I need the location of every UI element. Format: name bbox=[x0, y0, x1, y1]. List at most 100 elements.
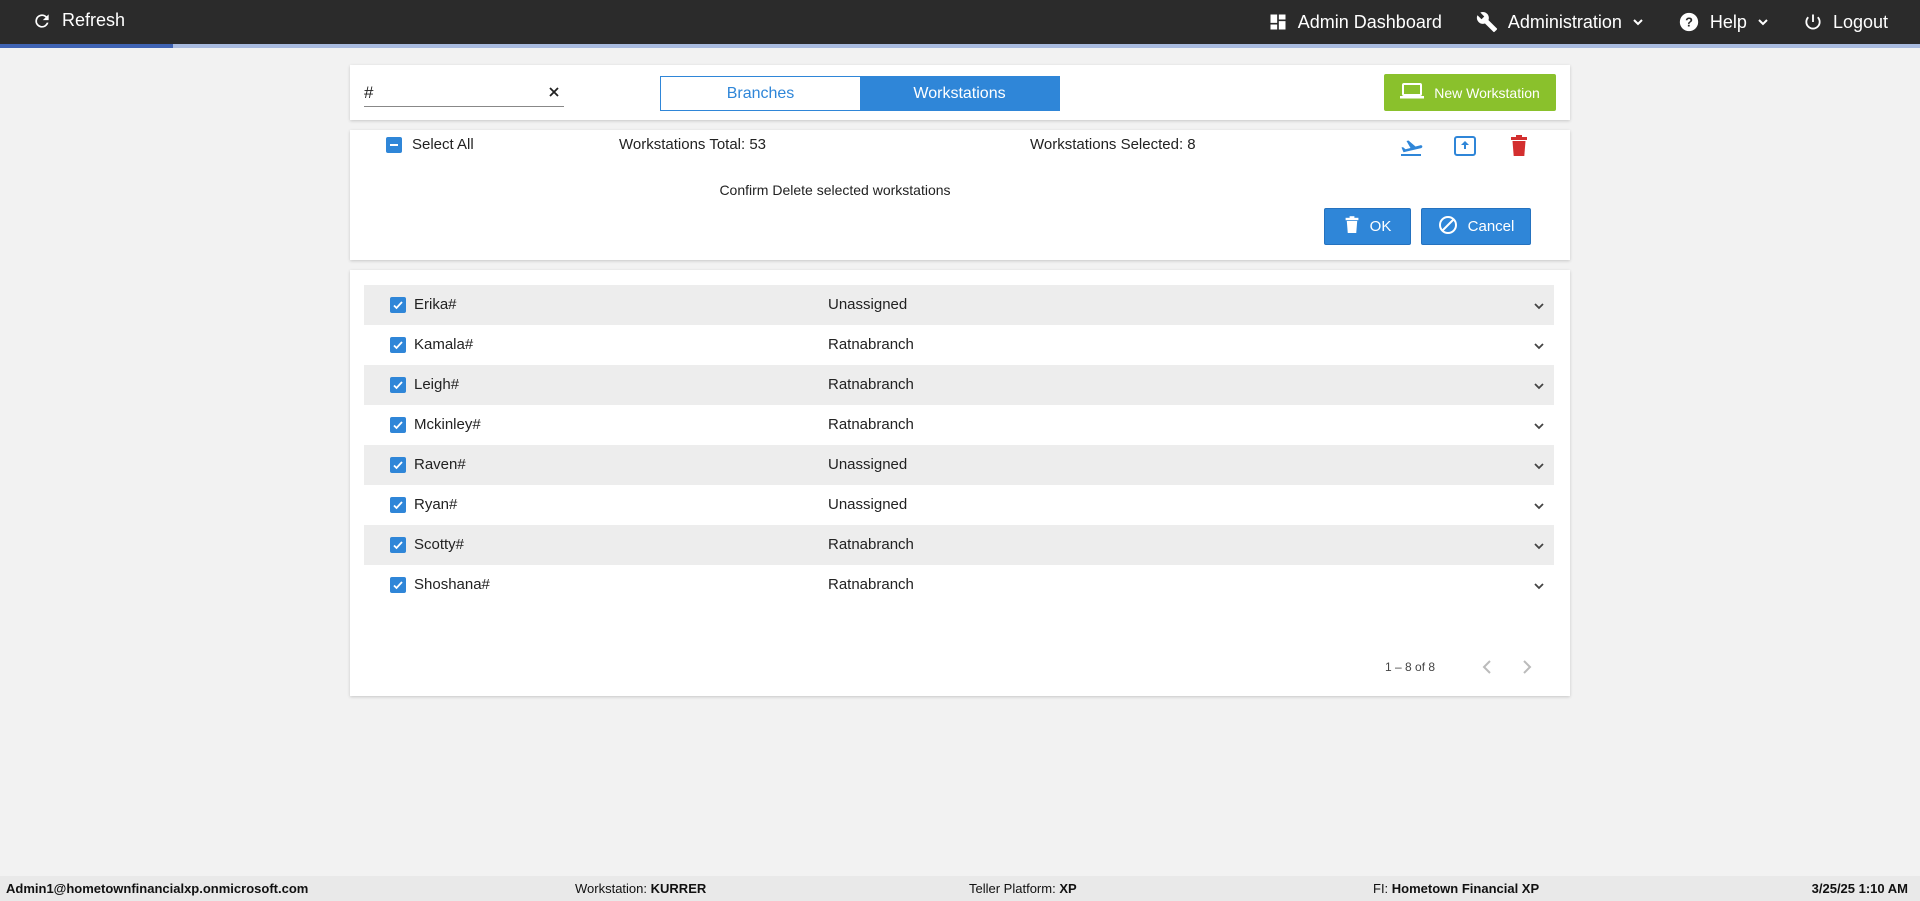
search-field bbox=[364, 79, 564, 107]
chevron-left-icon bbox=[1481, 659, 1493, 679]
workstation-name: Kamala# bbox=[414, 336, 474, 353]
row-checkbox[interactable] bbox=[390, 297, 406, 313]
workstation-name: Erika# bbox=[414, 296, 457, 313]
ok-button[interactable]: OK bbox=[1324, 208, 1411, 245]
tab-workstations[interactable]: Workstations bbox=[860, 77, 1059, 110]
bulk-actions-panel: Select All Workstations Total: 53 Workst… bbox=[350, 130, 1570, 260]
status-footer: Admin1@hometownfinancialxp.onmicrosoft.c… bbox=[0, 876, 1920, 901]
chevron-right-icon bbox=[1521, 659, 1533, 679]
row-checkbox[interactable] bbox=[390, 497, 406, 513]
table-row[interactable]: Leigh# Ratnabranch bbox=[364, 365, 1554, 405]
select-all-label: Select All bbox=[412, 136, 474, 153]
table-row[interactable]: Shoshana# Ratnabranch bbox=[364, 565, 1554, 605]
table-row[interactable]: Ryan# Unassigned bbox=[364, 485, 1554, 525]
chevron-down-icon bbox=[1757, 16, 1769, 28]
refresh-button[interactable]: Refresh bbox=[32, 10, 125, 31]
table-row[interactable]: Scotty# Ratnabranch bbox=[364, 525, 1554, 565]
dashboard-icon bbox=[1268, 12, 1288, 32]
row-checkbox[interactable] bbox=[390, 577, 406, 593]
trash-icon bbox=[1344, 215, 1360, 238]
chevron-down-icon[interactable] bbox=[1532, 299, 1546, 313]
workstation-list-panel: Erika# Unassigned Kamala# Ratnabranch Leigh#… bbox=[350, 270, 1570, 696]
chevron-down-icon[interactable] bbox=[1532, 379, 1546, 393]
refresh-icon bbox=[32, 11, 52, 31]
delete-workstations-button[interactable] bbox=[1505, 134, 1533, 162]
workstation-name: Mckinley# bbox=[414, 416, 481, 433]
chevron-down-icon[interactable] bbox=[1532, 499, 1546, 513]
table-row[interactable]: Raven# Unassigned bbox=[364, 445, 1554, 485]
block-icon bbox=[1438, 215, 1458, 239]
logout-button[interactable]: Logout bbox=[1803, 12, 1888, 33]
signed-in-user: Admin1@hometownfinancialxp.onmicrosoft.c… bbox=[6, 881, 309, 896]
power-icon bbox=[1803, 12, 1823, 32]
loading-progress-bar bbox=[0, 44, 1920, 48]
view-toggle: Branches Workstations bbox=[660, 76, 1060, 111]
row-checkbox[interactable] bbox=[390, 377, 406, 393]
workstation-branch: Ratnabranch bbox=[828, 576, 914, 593]
row-checkbox[interactable] bbox=[390, 337, 406, 353]
chevron-down-icon[interactable] bbox=[1532, 579, 1546, 593]
new-workstation-label: New Workstation bbox=[1434, 84, 1540, 101]
search-input[interactable] bbox=[364, 82, 534, 103]
workstation-name: Raven# bbox=[414, 456, 466, 473]
workstation-branch: Unassigned bbox=[828, 496, 908, 513]
workstation-branch: Unassigned bbox=[828, 296, 908, 313]
row-checkbox[interactable] bbox=[390, 457, 406, 473]
trash-icon bbox=[1509, 134, 1529, 162]
select-all-checkbox[interactable]: Select All bbox=[386, 136, 474, 153]
airplane-icon bbox=[1399, 135, 1423, 162]
workstation-name: Leigh# bbox=[414, 376, 460, 393]
confirm-delete-message: Confirm Delete selected workstations bbox=[719, 182, 951, 198]
table-row[interactable]: Mckinley# Ratnabranch bbox=[364, 405, 1554, 445]
previous-page-button[interactable] bbox=[1476, 658, 1498, 680]
progress-fill bbox=[0, 44, 173, 48]
workstation-branch: Ratnabranch bbox=[828, 536, 914, 553]
workstation-name: Scotty# bbox=[414, 536, 465, 553]
upload-box-icon bbox=[1453, 135, 1477, 162]
chevron-down-icon[interactable] bbox=[1532, 419, 1546, 433]
new-workstation-button[interactable]: New Workstation bbox=[1384, 74, 1556, 111]
help-menu[interactable]: ? Help bbox=[1678, 11, 1769, 33]
workstation-branch: Ratnabranch bbox=[828, 416, 914, 433]
svg-text:?: ? bbox=[1685, 15, 1693, 30]
cancel-button[interactable]: Cancel bbox=[1421, 208, 1531, 245]
current-datetime: 3/25/25 1:10 AM bbox=[1811, 881, 1908, 896]
workstations-selected: Workstations Selected: 8 bbox=[1030, 136, 1196, 153]
admin-dashboard-link[interactable]: Admin Dashboard bbox=[1268, 12, 1442, 33]
administration-menu[interactable]: Administration bbox=[1476, 11, 1644, 33]
table-row[interactable]: Erika# Unassigned bbox=[364, 285, 1554, 325]
export-workstations-button[interactable] bbox=[1451, 134, 1479, 162]
laptop-icon bbox=[1400, 82, 1425, 103]
top-navigation-bar: Refresh Admin Dashboard Administration ?… bbox=[0, 0, 1920, 44]
workstation-branch: Unassigned bbox=[828, 456, 908, 473]
workstation-name: Shoshana# bbox=[414, 576, 490, 593]
fi-status: FI: Hometown Financial XP bbox=[1373, 881, 1540, 896]
workstation-list: Erika# Unassigned Kamala# Ratnabranch Leigh#… bbox=[364, 285, 1554, 605]
workstation-name: Ryan# bbox=[414, 496, 458, 513]
row-checkbox[interactable] bbox=[390, 417, 406, 433]
table-row[interactable]: Kamala# Ratnabranch bbox=[364, 325, 1554, 365]
move-workstations-button[interactable] bbox=[1397, 134, 1425, 162]
search-toolbar: Branches Workstations New Workstation bbox=[350, 65, 1570, 120]
ok-label: OK bbox=[1369, 218, 1392, 235]
teller-platform-status: Teller Platform: XP bbox=[969, 881, 1077, 896]
workstations-total: Workstations Total: 53 bbox=[619, 136, 767, 153]
chevron-down-icon bbox=[1632, 16, 1644, 28]
tab-branches[interactable]: Branches bbox=[661, 77, 860, 110]
refresh-label: Refresh bbox=[62, 10, 126, 30]
workstation-branch: Ratnabranch bbox=[828, 336, 914, 353]
help-icon: ? bbox=[1678, 11, 1700, 33]
chevron-down-icon[interactable] bbox=[1532, 539, 1546, 553]
indeterminate-checkbox-icon bbox=[386, 136, 402, 153]
close-icon[interactable] bbox=[546, 84, 562, 100]
next-page-button[interactable] bbox=[1516, 658, 1538, 680]
admin-dashboard-label: Admin Dashboard bbox=[1297, 11, 1442, 32]
workstation-branch: Ratnabranch bbox=[828, 376, 914, 393]
chevron-down-icon[interactable] bbox=[1532, 339, 1546, 353]
chevron-down-icon[interactable] bbox=[1532, 459, 1546, 473]
workstation-status: Workstation: KURRER bbox=[575, 881, 707, 896]
cancel-label: Cancel bbox=[1467, 218, 1515, 235]
help-label: Help bbox=[1709, 11, 1747, 32]
row-checkbox[interactable] bbox=[390, 537, 406, 553]
logout-label: Logout bbox=[1832, 11, 1888, 32]
